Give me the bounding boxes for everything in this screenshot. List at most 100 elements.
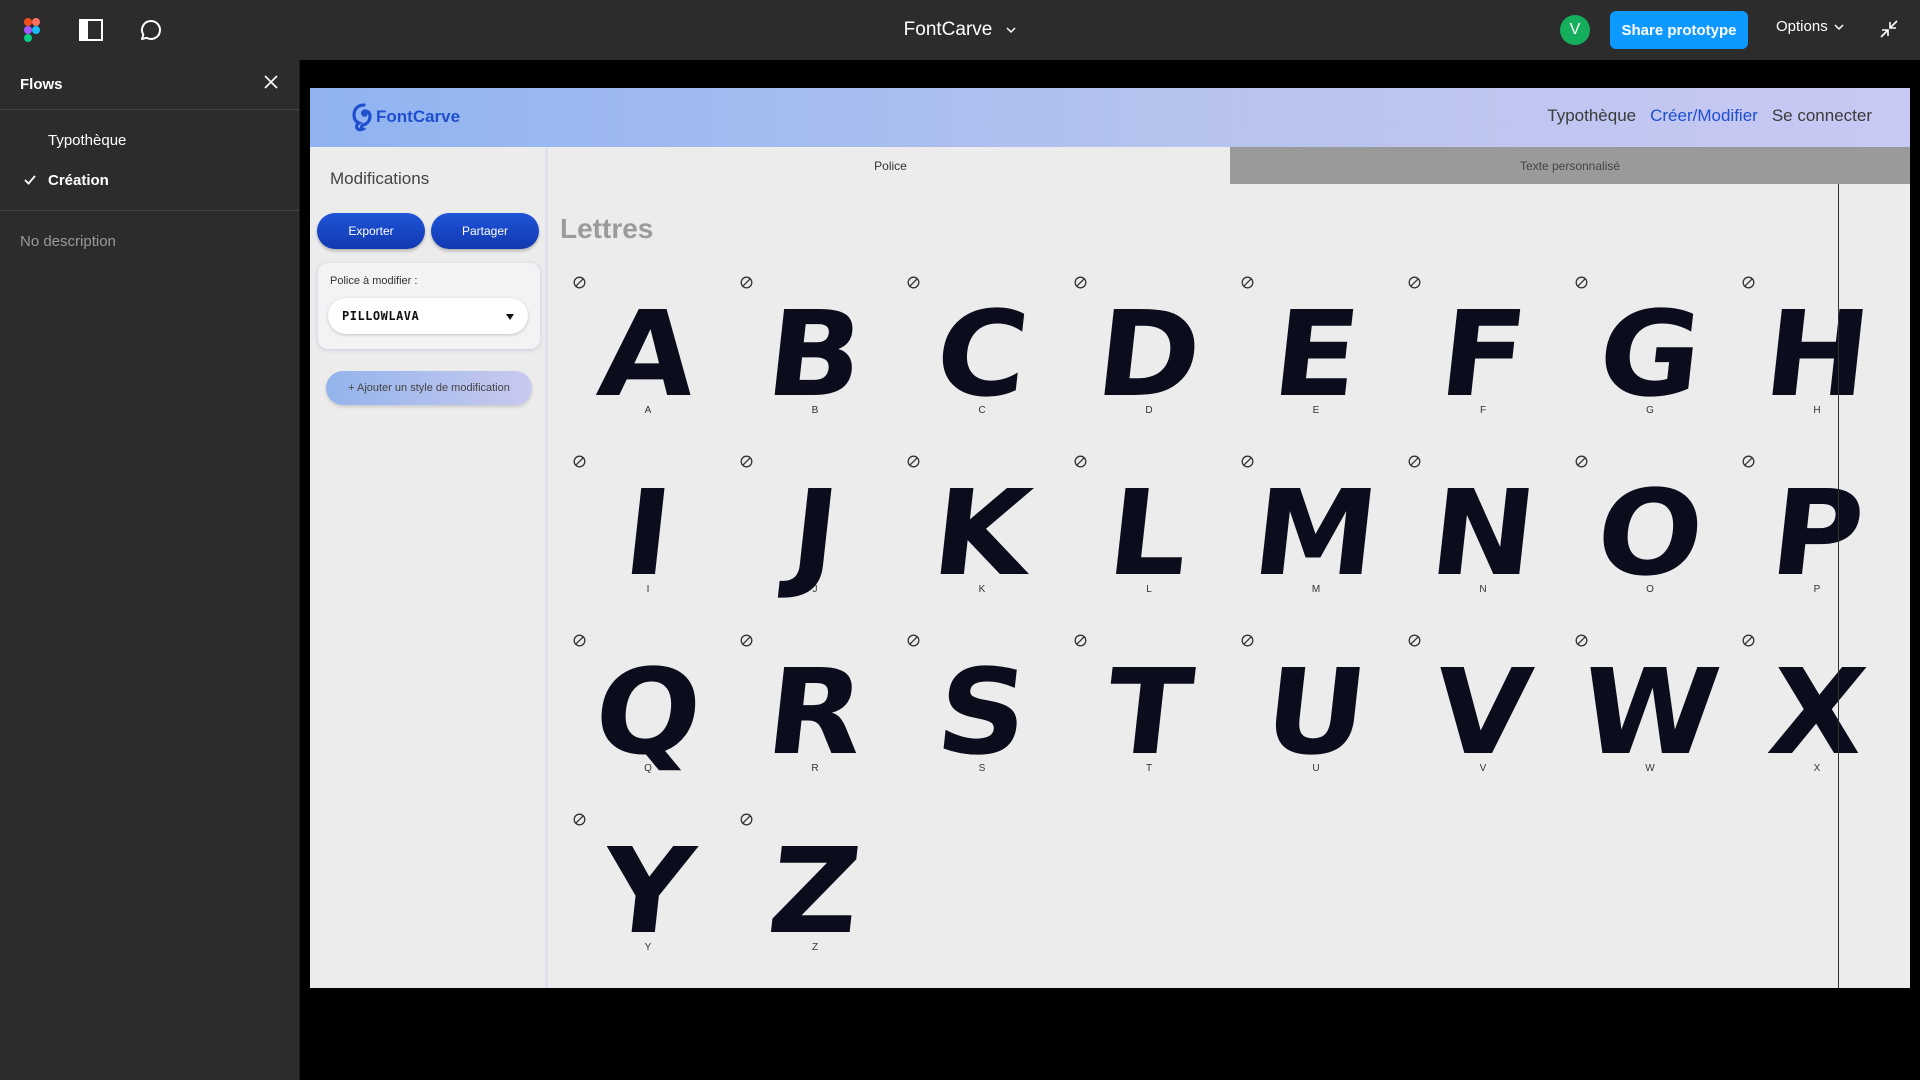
letter-cell[interactable]: CC bbox=[907, 276, 1035, 446]
letter-cell[interactable]: VV bbox=[1408, 634, 1539, 804]
letter-cell[interactable]: NN bbox=[1408, 455, 1542, 625]
letter-cell[interactable]: BB bbox=[740, 276, 870, 446]
chevron-down-icon[interactable] bbox=[1006, 26, 1016, 34]
letter-glyph: G bbox=[1592, 285, 1709, 423]
disabled-icon[interactable] bbox=[740, 813, 753, 831]
disabled-icon[interactable] bbox=[1742, 634, 1755, 652]
checkmark-icon bbox=[24, 173, 36, 190]
tab-texte-personnalise[interactable]: Texte personnalisé bbox=[1230, 147, 1910, 184]
letter-glyph: E bbox=[1261, 285, 1371, 423]
letter-cell[interactable]: FF bbox=[1408, 276, 1533, 446]
letter-cell[interactable]: AA bbox=[573, 276, 704, 446]
letter-cell[interactable]: PP bbox=[1742, 455, 1870, 625]
avatar[interactable]: V bbox=[1560, 15, 1590, 45]
letter-caption: F bbox=[1479, 405, 1487, 416]
letter-glyph: H bbox=[1758, 285, 1877, 423]
figma-logo-icon[interactable] bbox=[18, 16, 46, 44]
disabled-icon[interactable] bbox=[1074, 276, 1087, 294]
disabled-icon[interactable] bbox=[1074, 634, 1087, 652]
letter-cell[interactable]: TT bbox=[1074, 634, 1199, 804]
flows-header: Flows bbox=[0, 60, 299, 110]
flow-item-label: Création bbox=[48, 171, 109, 189]
disabled-icon[interactable] bbox=[740, 634, 753, 652]
nav-creer-modifier[interactable]: Créer/Modifier bbox=[1650, 106, 1758, 126]
disabled-icon[interactable] bbox=[1742, 276, 1755, 294]
glyph-char: I bbox=[617, 464, 679, 602]
share-prototype-button[interactable]: Share prototype bbox=[1610, 11, 1748, 49]
collapse-icon[interactable] bbox=[1878, 18, 1900, 45]
disabled-icon[interactable] bbox=[1575, 634, 1588, 652]
disabled-icon[interactable] bbox=[1241, 455, 1254, 473]
share-button[interactable]: Partager bbox=[431, 213, 539, 249]
disabled-icon[interactable] bbox=[1241, 634, 1254, 652]
nav-se-connecter[interactable]: Se connecter bbox=[1772, 106, 1872, 126]
nav-typotheque[interactable]: Typothèque bbox=[1547, 106, 1636, 126]
flow-item-typotheque[interactable]: Typothèque bbox=[0, 120, 299, 160]
letter-cell[interactable]: LL bbox=[1074, 455, 1196, 625]
letter-glyph: Z bbox=[760, 822, 870, 960]
letter-caption: C bbox=[978, 405, 986, 416]
letter-cell[interactable]: KK bbox=[907, 455, 1038, 625]
letter-caption: R bbox=[811, 763, 819, 774]
tab-police[interactable]: Police bbox=[551, 147, 1230, 184]
comment-icon[interactable] bbox=[137, 16, 165, 44]
disabled-icon[interactable] bbox=[1408, 455, 1421, 473]
disabled-icon[interactable] bbox=[1074, 455, 1087, 473]
glyph-char: B bbox=[760, 285, 870, 423]
letter-caption: T bbox=[1145, 763, 1153, 774]
logo-icon bbox=[352, 103, 372, 132]
letter-cell[interactable]: YY bbox=[573, 813, 700, 983]
letter-cell[interactable]: UU bbox=[1241, 634, 1374, 804]
letter-cell[interactable]: EE bbox=[1241, 276, 1366, 446]
file-title[interactable]: FontCarve bbox=[904, 19, 993, 41]
letter-cell[interactable]: GG bbox=[1575, 276, 1708, 446]
letter-caption: A bbox=[644, 405, 652, 416]
letter-cell[interactable]: JJ bbox=[740, 455, 860, 625]
glyph-char: V bbox=[1427, 643, 1539, 781]
logo-text: FontCarve bbox=[376, 107, 461, 126]
disabled-icon[interactable] bbox=[1575, 455, 1588, 473]
disabled-icon[interactable] bbox=[573, 455, 586, 473]
glyph-char: P bbox=[1763, 464, 1871, 602]
letter-cell[interactable]: OO bbox=[1575, 455, 1710, 625]
options-button[interactable]: Options bbox=[1776, 18, 1844, 35]
disabled-icon[interactable] bbox=[1742, 455, 1755, 473]
close-icon[interactable] bbox=[263, 74, 279, 95]
letter-cell[interactable]: RR bbox=[740, 634, 870, 804]
export-button[interactable]: Exporter bbox=[317, 213, 425, 249]
disabled-icon[interactable] bbox=[740, 276, 753, 294]
letter-cell[interactable]: ZZ bbox=[740, 813, 868, 983]
letter-cell[interactable]: II bbox=[573, 455, 693, 625]
disabled-icon[interactable] bbox=[1408, 276, 1421, 294]
letter-glyph: M bbox=[1247, 464, 1386, 602]
letter-glyph: P bbox=[1762, 464, 1872, 602]
letter-glyph: J bbox=[760, 464, 870, 602]
disabled-icon[interactable] bbox=[573, 813, 586, 831]
letter-cell[interactable]: WW bbox=[1574, 634, 1726, 804]
site-logo[interactable]: FontCarve bbox=[350, 102, 460, 132]
disabled-icon[interactable] bbox=[907, 455, 920, 473]
disabled-icon[interactable] bbox=[573, 634, 586, 652]
panel-toggle-icon[interactable] bbox=[77, 16, 105, 44]
flow-item-creation[interactable]: Création bbox=[0, 160, 299, 200]
disabled-icon[interactable] bbox=[907, 634, 920, 652]
letter-cell[interactable]: MM bbox=[1241, 455, 1385, 625]
letter-cell[interactable]: SS bbox=[907, 634, 1034, 804]
disabled-icon[interactable] bbox=[907, 276, 920, 294]
disabled-icon[interactable] bbox=[573, 276, 586, 294]
letter-cell[interactable]: HH bbox=[1742, 276, 1876, 446]
font-select[interactable]: PILLOWLAVA bbox=[328, 298, 528, 334]
disabled-icon[interactable] bbox=[1408, 634, 1421, 652]
disabled-icon[interactable] bbox=[1241, 276, 1254, 294]
glyph-char: C bbox=[928, 285, 1036, 423]
letter-glyph: I bbox=[593, 464, 703, 602]
disabled-icon[interactable] bbox=[1575, 276, 1588, 294]
letter-cell[interactable]: QQ bbox=[573, 634, 708, 804]
letter-cell[interactable]: XX bbox=[1742, 634, 1872, 804]
disabled-icon[interactable] bbox=[740, 455, 753, 473]
add-modification-style-button[interactable]: + Ajouter un style de modification bbox=[326, 371, 532, 405]
glyph-char: T bbox=[1099, 643, 1199, 781]
letter-caption: Z bbox=[811, 942, 819, 953]
prototype-frame: FontCarve Typothèque Créer/Modifier Se c… bbox=[310, 88, 1910, 988]
letter-cell[interactable]: DD bbox=[1074, 276, 1208, 446]
